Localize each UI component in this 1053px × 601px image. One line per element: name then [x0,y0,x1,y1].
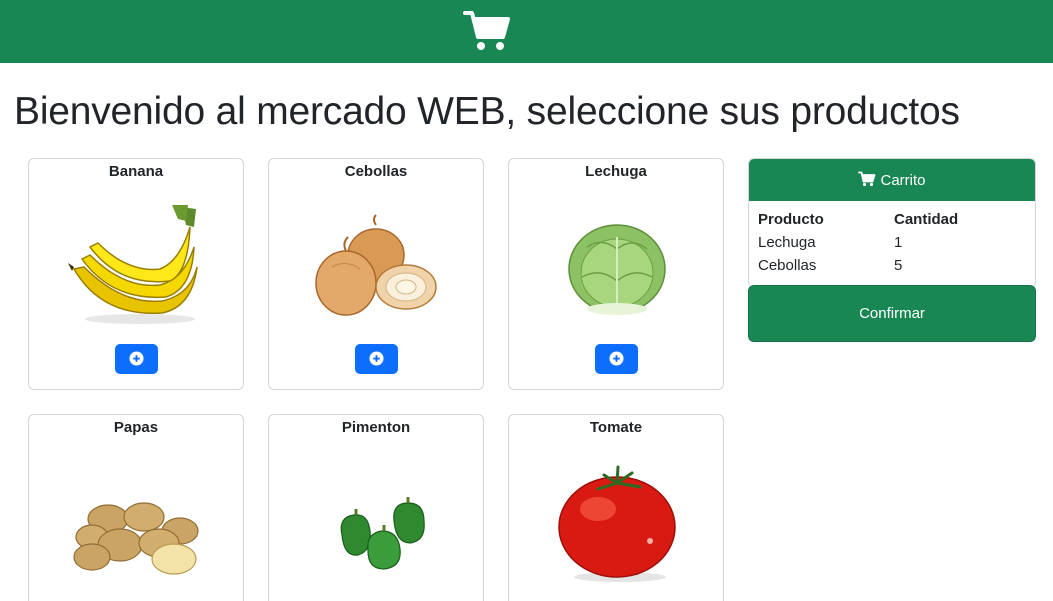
cart-item-product: Lechuga [758,234,816,251]
table-row: Lechuga 1 [758,234,1028,257]
product-name: Papas [113,419,159,436]
product-name: Pimenton [341,419,411,436]
column-header-cantidad: Cantidad [894,211,959,228]
product-name: Lechuga [585,163,647,180]
cart-item-quantity: 5 [894,257,903,274]
plus-circle-icon [129,351,144,366]
cart-summary: Carrito Producto Cantidad Lechuga 1 Cebo… [748,158,1036,288]
banana-image [68,205,198,324]
plus-circle-icon [609,351,624,366]
tomato-image [558,465,676,582]
onions-image [315,214,437,316]
column-header-producto: Producto [758,211,824,228]
product-card-tomate: Tomate [508,414,724,601]
lettuce-image [568,224,666,315]
top-navbar [0,0,1053,63]
product-name: Tomate [589,419,643,436]
product-card-cebollas: Cebollas [268,158,484,390]
shopping-cart-icon [858,171,876,187]
product-card-lechuga: Lechuga [508,158,724,390]
shopping-cart-icon[interactable] [463,9,511,53]
confirm-button[interactable]: Confirmar [748,285,1036,342]
cart-panel: Carrito Producto Cantidad Lechuga 1 Cebo… [748,158,1036,342]
product-card-banana: Banana [28,158,244,390]
cart-item-quantity: 1 [894,234,903,251]
table-row: Cebollas 5 [758,257,1028,280]
add-to-cart-button[interactable] [115,344,158,374]
product-card-pimenton: Pimenton [268,414,484,601]
cart-title: Carrito [880,172,926,189]
peppers-image [340,497,425,570]
cart-header: Carrito [749,159,1035,201]
add-to-cart-button[interactable] [355,344,398,374]
add-to-cart-button[interactable] [595,344,638,374]
product-name: Banana [108,163,164,180]
product-name: Cebollas [344,163,408,180]
cart-item-product: Cebollas [758,257,817,274]
plus-circle-icon [369,351,384,366]
page-title: Bienvenido al mercado WEB, seleccione su… [14,90,960,133]
cart-table-header: Producto Cantidad [758,211,1028,234]
product-card-papas: Papas [28,414,244,601]
potatoes-image [73,502,199,575]
cart-table: Producto Cantidad Lechuga 1 Cebollas 5 [758,211,1028,280]
